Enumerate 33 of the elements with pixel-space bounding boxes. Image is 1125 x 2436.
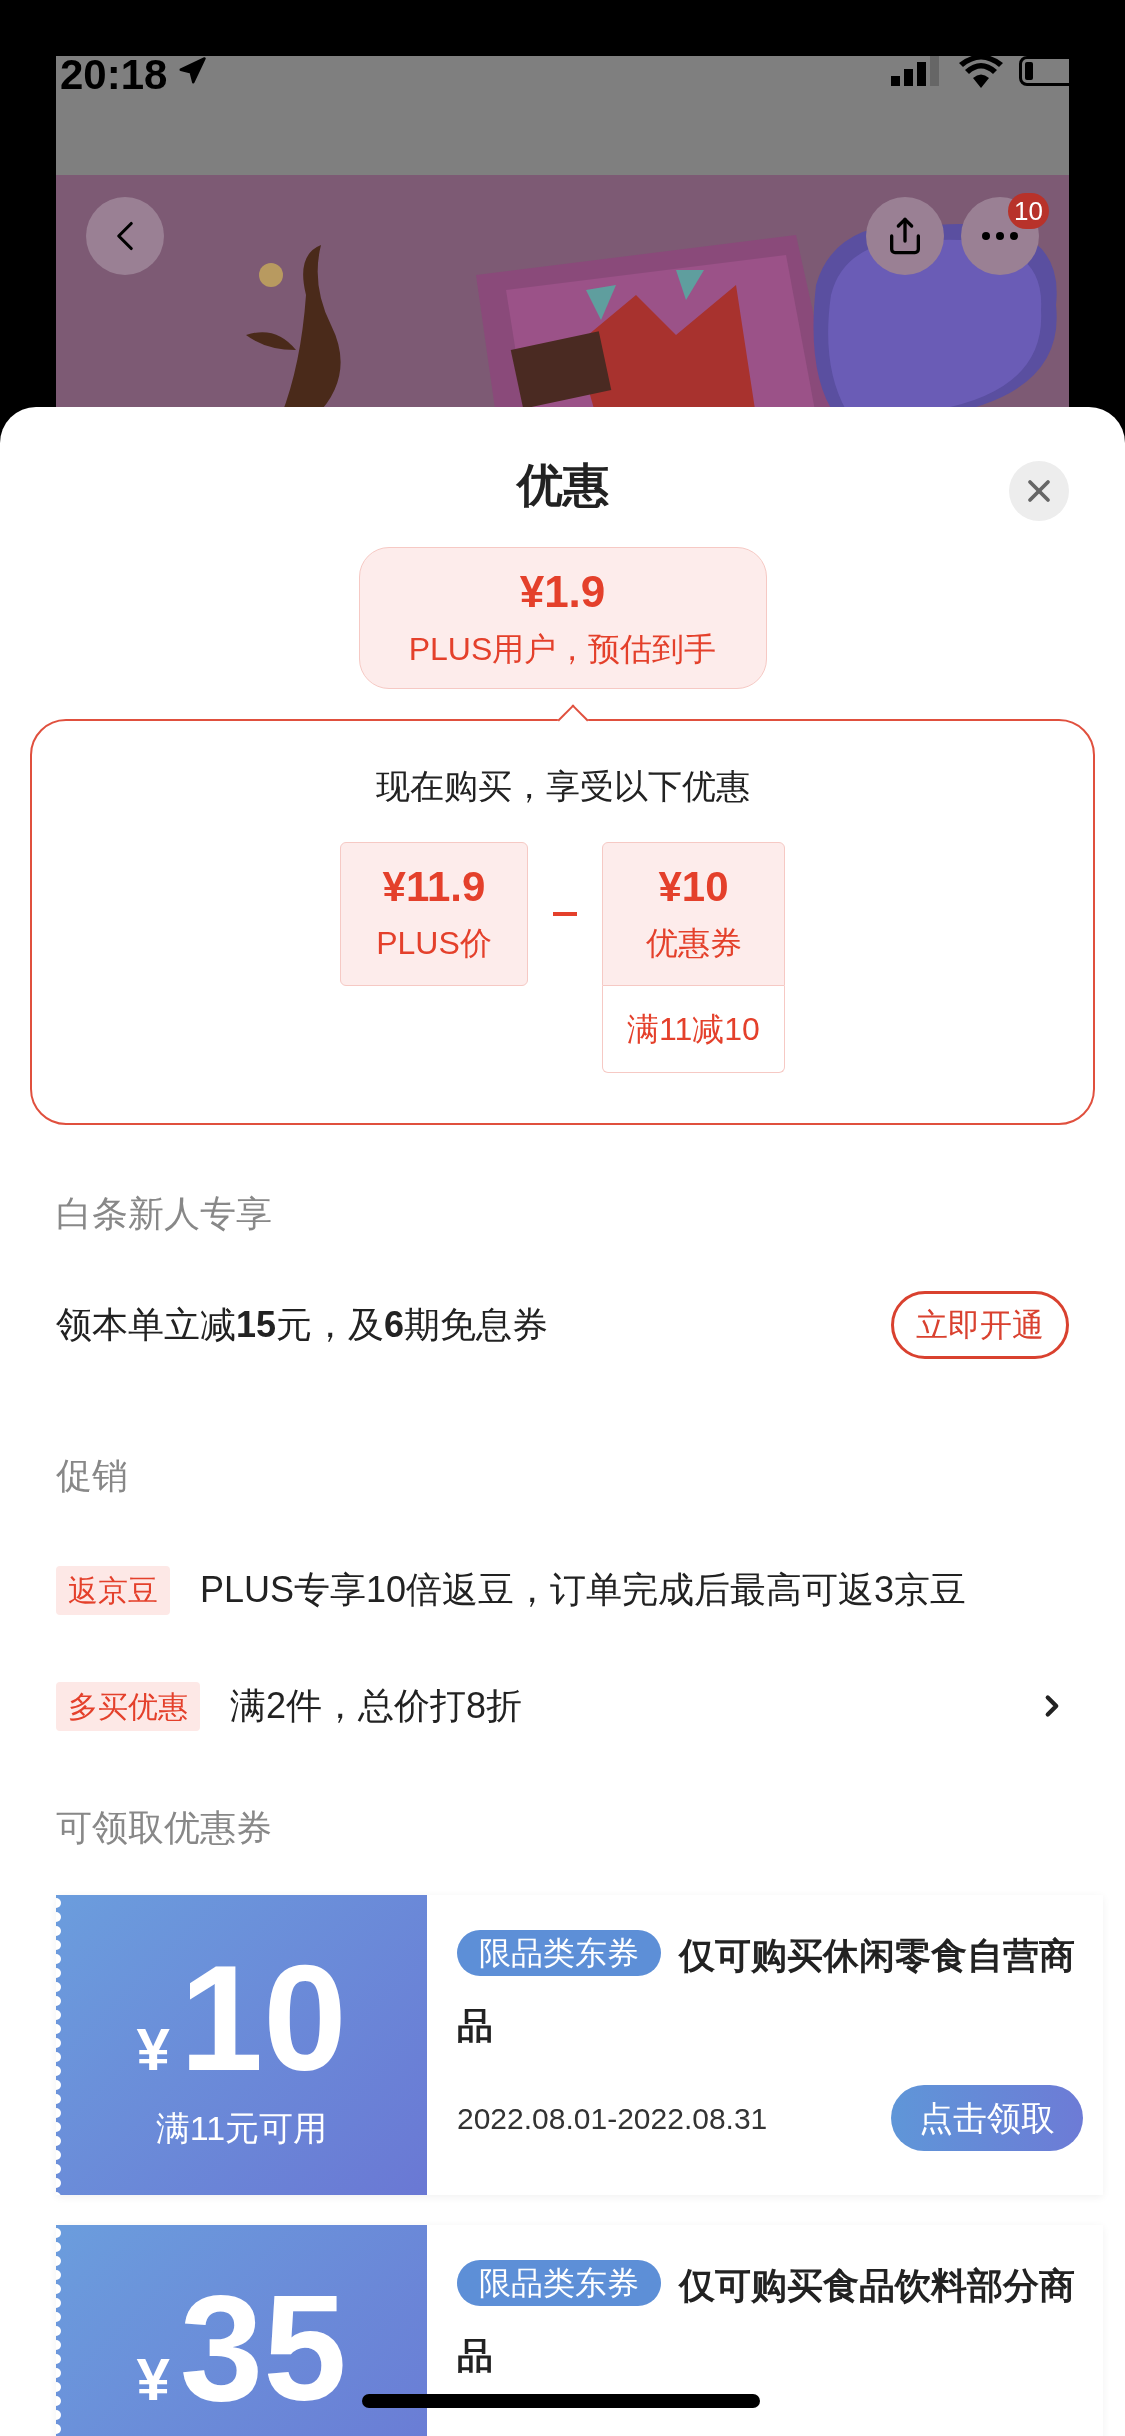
status-time: 20:18 bbox=[60, 56, 168, 96]
promotion-tag: 多买优惠 bbox=[56, 1681, 200, 1731]
baitiao-offer: 领本单立减15元，及6期免息券 bbox=[56, 1303, 549, 1347]
amount-label: PLUS价 bbox=[376, 924, 492, 964]
currency-symbol: ¥ bbox=[136, 2015, 170, 2085]
location-icon bbox=[177, 56, 208, 86]
section-heading: 促销 bbox=[56, 1454, 129, 1498]
amount: ¥11.9 bbox=[382, 861, 486, 912]
more-icon bbox=[982, 232, 1018, 240]
section-heading: 白条新人专享 bbox=[56, 1192, 273, 1236]
promotion-text: PLUS专享10倍返豆，订单完成后最高可返3京豆 bbox=[200, 1568, 967, 1612]
validity-dates: 2022.08.01-2022.08.31 bbox=[457, 2100, 768, 2137]
estimate-caption: PLUS用户，预估到手 bbox=[408, 629, 717, 669]
promotion-tag: 返京豆 bbox=[56, 1565, 170, 1615]
wifi-icon bbox=[959, 56, 1003, 88]
discount-heading: 现在购买，享受以下优惠 bbox=[375, 766, 750, 807]
coupon-amount: 10 bbox=[179, 1943, 347, 2093]
amount-label: 优惠券 bbox=[645, 924, 742, 964]
minus-icon bbox=[553, 912, 577, 916]
currency-symbol: ¥ bbox=[136, 2345, 170, 2415]
estimate-price: ¥1.9 bbox=[519, 565, 606, 618]
claim-button[interactable]: 点击领取 bbox=[891, 2085, 1083, 2151]
coupon-title: 限品类东券 仅可购买食品饮料部分商品 bbox=[457, 2251, 1083, 2391]
activate-button[interactable]: 立即开通 bbox=[891, 1291, 1069, 1359]
amount: ¥10 bbox=[658, 861, 729, 912]
sheet-title: 优惠 bbox=[516, 458, 609, 513]
condition-card: 满11减10 bbox=[602, 986, 785, 1073]
coupon-amount: 35 bbox=[179, 2273, 347, 2423]
coupon-title: 限品类东券 仅可购买休闲零食自营商品 bbox=[457, 1921, 1083, 2061]
promotion-text: 满2件，总价打8折 bbox=[230, 1684, 523, 1728]
coupon-condition: 满11元可用 bbox=[155, 2108, 328, 2149]
section-heading: 可领取优惠券 bbox=[56, 1806, 273, 1850]
battery-icon bbox=[1019, 56, 1069, 86]
